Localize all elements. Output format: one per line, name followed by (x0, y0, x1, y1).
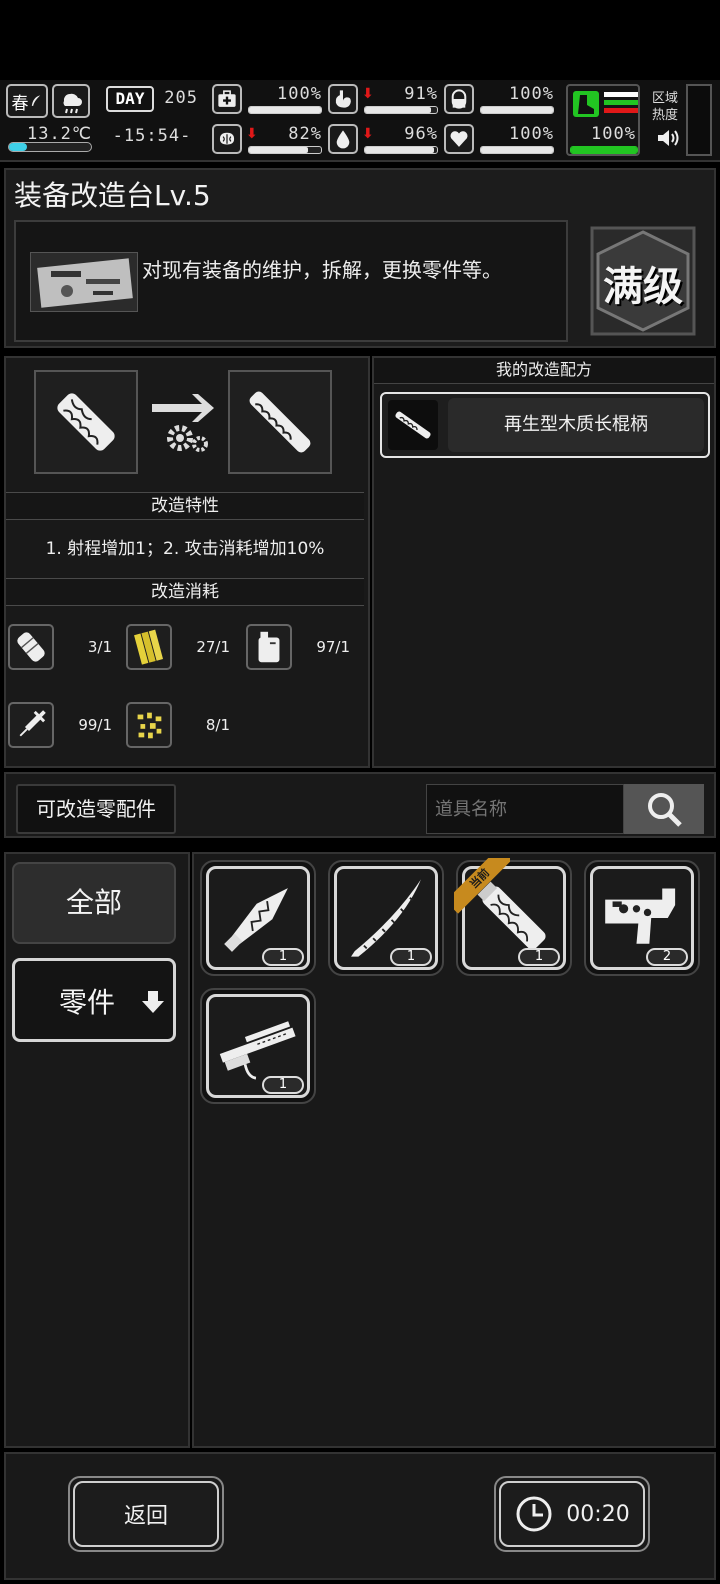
stat-value: 82% (288, 124, 322, 144)
season-label: 春 (11, 93, 29, 114)
description-box: 对现有装备的维护，拆解，更换零件等。 (14, 220, 568, 342)
speaker-icon[interactable] (656, 128, 680, 148)
item-quantity: 1 (262, 948, 304, 966)
category-all[interactable]: 全部 (12, 862, 176, 944)
stat-value: 91% (404, 84, 438, 104)
stat-value: 100% (277, 84, 322, 104)
back-button[interactable]: 返回 (73, 1481, 219, 1547)
wood-planks-icon[interactable] (126, 624, 172, 670)
bandage-icon[interactable] (8, 624, 54, 670)
wooden-long-handle-icon (249, 391, 311, 453)
stomach-icon (328, 84, 358, 114)
traits-header: 改造特性 (6, 492, 364, 520)
vital-stat: 100% (212, 84, 326, 120)
recipe-name: 再生型木质长棍柄 (448, 398, 704, 452)
stamina-bar (570, 146, 638, 154)
brain-icon (212, 124, 242, 154)
part-item[interactable]: 1 (200, 988, 316, 1104)
water-drop-icon (328, 124, 358, 154)
source-part-slot[interactable] (34, 370, 138, 474)
vital-stat: 100% (444, 84, 558, 120)
part-item[interactable]: 1 当前 (454, 858, 572, 976)
status-bar: 春 13.2℃ DAY 205 -15:54- 100% ⬇ 91% 100% ⬇ 82%… (0, 80, 720, 162)
upgrade-arrow-gear-icon (152, 394, 214, 452)
scrap-pieces-icon[interactable] (126, 702, 172, 748)
zone-heat-meter (686, 84, 712, 156)
medkit-icon (212, 84, 242, 114)
season-badge: 春 (6, 84, 48, 118)
stat-bar (248, 146, 322, 154)
category-parts-label: 零件 (59, 986, 116, 1019)
stat-bar (480, 106, 554, 114)
stat-value: 100% (509, 84, 554, 104)
stat-value: 96% (404, 124, 438, 144)
wooden-handle-icon (57, 393, 115, 451)
item-quantity: 2 (646, 948, 688, 966)
cost-amount: 8/1 (205, 716, 230, 734)
stat-bar (364, 106, 438, 114)
item-quantity: 1 (518, 948, 560, 966)
clock-icon (516, 1496, 552, 1532)
stat-bar (248, 106, 322, 114)
timer-button-frame: 00:20 (494, 1476, 650, 1552)
cost-header: 改造消耗 (6, 578, 364, 606)
max-level-badge: 满级 (590, 226, 696, 336)
vital-stat: ⬇ 82% (212, 124, 326, 160)
item-search-input[interactable] (426, 784, 624, 834)
timer-button[interactable]: 00:20 (499, 1481, 645, 1547)
clock-readout: -15:54- (112, 126, 192, 146)
recipe-thumb (388, 400, 438, 450)
stat-bar (480, 146, 554, 154)
current-tag: 当前 (454, 858, 510, 914)
cost-amount: 3/1 (87, 638, 112, 656)
traits-text: 1. 射程增加1；2. 攻击消耗增加10% (45, 539, 325, 559)
boot-icon (573, 91, 599, 117)
item-quantity: 1 (390, 948, 432, 966)
part-item[interactable]: 2 (584, 860, 700, 976)
weather-rain-icon (52, 84, 90, 118)
feather-icon (31, 95, 40, 106)
vital-stat: ⬇ 91% (328, 84, 442, 120)
syringe-icon[interactable] (8, 702, 54, 748)
stamina-readout: 100% (591, 124, 636, 144)
recipes-header: 我的改造配方 (374, 358, 714, 384)
wooden-long-handle-icon (395, 411, 431, 439)
arrow-down-icon (142, 991, 164, 1013)
workbench-description: 对现有装备的维护，拆解，更换零件等。 (142, 258, 502, 282)
stamina-panel: 100% (566, 84, 640, 156)
cost-amount: 99/1 (78, 716, 112, 734)
vital-stat: ⬇ 96% (328, 124, 442, 160)
recipe-item[interactable]: 再生型木质长棍柄 (380, 392, 710, 458)
timer-value: 00:20 (566, 1501, 630, 1527)
vital-stat: 100% (444, 124, 558, 160)
day-number: 205 (164, 88, 198, 108)
modifiable-parts-tab[interactable]: 可改造零配件 (16, 784, 176, 834)
search-button[interactable] (624, 784, 704, 834)
stat-bar (364, 146, 438, 154)
temperature-readout: 13.2℃ (26, 124, 92, 144)
current-tag-label: 当前 (454, 858, 510, 914)
workbench-tools-image (30, 252, 138, 312)
category-parts[interactable]: 零件 (12, 958, 176, 1042)
part-item[interactable]: 1 (328, 860, 444, 976)
result-part-slot[interactable] (228, 370, 332, 474)
stat-value: 100% (509, 124, 554, 144)
day-label: DAY (106, 86, 154, 112)
item-quantity: 1 (262, 1076, 304, 1094)
zone-heat-label: 区域 热度 (652, 91, 679, 123)
temperature-gauge (8, 142, 92, 152)
page-title: 装备改造台Lv.5 (14, 179, 211, 212)
part-item[interactable]: 1 (200, 860, 316, 976)
fuel-can-icon[interactable] (246, 624, 292, 670)
heart-icon (444, 124, 474, 154)
pill-icon (444, 84, 474, 114)
cost-amount: 27/1 (196, 638, 230, 656)
search-icon (648, 793, 682, 827)
cost-amount: 97/1 (316, 638, 350, 656)
back-button-frame: 返回 (68, 1476, 224, 1552)
